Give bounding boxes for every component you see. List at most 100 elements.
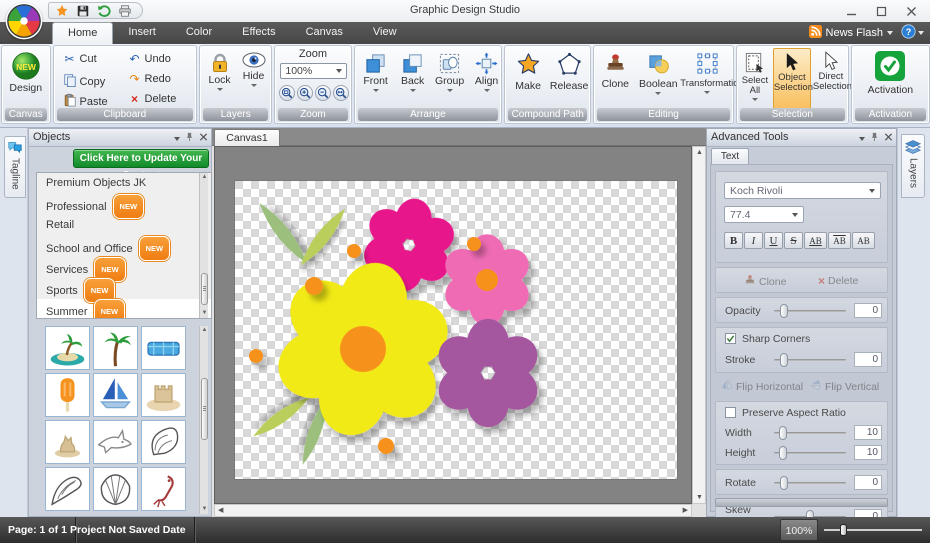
- category-scrollbar[interactable]: ▲▼: [199, 173, 208, 318]
- ab-overline-button[interactable]: AB: [828, 232, 851, 249]
- width-value[interactable]: 10: [854, 425, 882, 440]
- redo-button[interactable]: ↷Redo: [128, 73, 171, 85]
- thumbnail-sandcastle[interactable]: [141, 373, 186, 417]
- update-content-button[interactable]: Click Here to Update Your Content: [73, 149, 209, 168]
- back-button[interactable]: Back: [396, 52, 430, 92]
- boolean-button[interactable]: Boolean: [636, 52, 680, 95]
- news-flash-button[interactable]: News Flash: [809, 25, 893, 41]
- canvas-hscrollbar[interactable]: ◀▶: [214, 504, 692, 517]
- ab-plain-button[interactable]: AB: [852, 232, 875, 249]
- clone-object-button[interactable]: Clone: [744, 274, 786, 289]
- preserve-aspect-ratio-checkbox[interactable]: [725, 407, 736, 418]
- thumbnail-shark[interactable]: [93, 420, 138, 464]
- panel-footer-grip[interactable]: [715, 498, 888, 507]
- text-tab[interactable]: Text: [711, 148, 749, 164]
- category-item[interactable]: SummerNEW: [37, 299, 211, 319]
- clone-button[interactable]: Clone: [597, 52, 633, 90]
- stroke-slider[interactable]: [774, 353, 846, 367]
- category-item[interactable]: Premium Objects JK: [37, 173, 211, 194]
- pin-icon[interactable]: [870, 132, 879, 145]
- flip-vertical-button[interactable]: Flip Vertical: [810, 379, 879, 394]
- thumbnail-scrollbar[interactable]: ▲▼: [199, 326, 208, 514]
- canvas-vscrollbar[interactable]: ▲▼: [692, 146, 706, 504]
- category-item[interactable]: School and OfficeNEW: [37, 236, 211, 257]
- thumbnail-spiral-shell[interactable]: [45, 467, 90, 511]
- artboard[interactable]: [235, 181, 677, 479]
- align-button[interactable]: Align: [470, 52, 504, 92]
- sharp-corners-checkbox[interactable]: [725, 333, 736, 344]
- release-compound-button[interactable]: Release: [549, 52, 589, 92]
- make-compound-button[interactable]: Make: [509, 52, 547, 92]
- underline-button[interactable]: U: [764, 232, 783, 249]
- statusbar-zoom-slider[interactable]: [824, 524, 922, 536]
- thumbnail-island[interactable]: [45, 326, 90, 370]
- thumbnail-swimming-pool[interactable]: [141, 326, 186, 370]
- zoom-fit-button[interactable]: [279, 85, 295, 101]
- panel-menu-icon[interactable]: [174, 137, 180, 141]
- help-button[interactable]: ?: [901, 24, 924, 42]
- thumbnail-squid[interactable]: [141, 467, 186, 511]
- opacity-value[interactable]: 0: [854, 303, 882, 318]
- canvas-tab[interactable]: Canvas1: [214, 129, 280, 146]
- cut-button[interactable]: ✂Cut: [63, 53, 97, 65]
- ab-underline-button[interactable]: AB: [804, 232, 827, 249]
- canvas-artwork[interactable]: [235, 181, 677, 479]
- tagline-tab[interactable]: Tagline: [4, 136, 26, 198]
- group-button[interactable]: Group: [433, 52, 467, 92]
- transformation-button[interactable]: Transformation: [680, 52, 734, 94]
- zoom-out-button[interactable]: [315, 85, 331, 101]
- stroke-value[interactable]: 0: [854, 352, 882, 367]
- font-size-combobox[interactable]: 77.4: [724, 206, 804, 223]
- app-logo-icon[interactable]: [5, 2, 43, 40]
- thumbnail-sand-mound[interactable]: [45, 420, 90, 464]
- panel-menu-icon[interactable]: [859, 137, 865, 141]
- maximize-button[interactable]: [866, 0, 896, 22]
- font-family-combobox[interactable]: Koch Rivoli: [724, 182, 881, 199]
- height-slider[interactable]: [774, 446, 846, 460]
- bold-button[interactable]: B: [724, 232, 743, 249]
- close-icon[interactable]: [199, 132, 208, 145]
- front-button[interactable]: Front: [359, 52, 393, 92]
- thumbnail-palm-tree[interactable]: [93, 326, 138, 370]
- category-item[interactable]: SportsNEW: [37, 278, 211, 299]
- layers-tab[interactable]: Layers: [901, 134, 925, 198]
- tab-color[interactable]: Color: [171, 22, 227, 44]
- lock-button[interactable]: Lock: [204, 52, 235, 91]
- copy-button[interactable]: Copy: [63, 73, 106, 90]
- zoom-width-button[interactable]: [333, 85, 349, 101]
- tab-view[interactable]: View: [358, 22, 412, 44]
- close-button[interactable]: [896, 0, 926, 22]
- thumbnail-sailboat[interactable]: [93, 373, 138, 417]
- tab-home[interactable]: Home: [52, 22, 113, 44]
- canvas-viewport[interactable]: [214, 146, 692, 504]
- category-item[interactable]: ProfessionalNEW: [37, 194, 211, 215]
- new-design-button[interactable]: NEW Design: [2, 50, 50, 94]
- delete-object-button[interactable]: × Delete: [818, 274, 858, 288]
- hide-button[interactable]: Hide: [238, 52, 269, 87]
- close-icon[interactable]: [884, 132, 893, 145]
- thumbnail-popsicle[interactable]: [45, 373, 90, 417]
- rotate-slider[interactable]: [774, 476, 846, 490]
- zoom-level-combobox[interactable]: 100%: [280, 63, 347, 79]
- direct-selection-button[interactable]: Direct Selection: [813, 51, 849, 92]
- zoom-in-button[interactable]: [297, 85, 313, 101]
- italic-button[interactable]: I: [744, 232, 763, 249]
- opacity-slider[interactable]: [774, 304, 846, 318]
- rotate-value[interactable]: 0: [854, 475, 882, 490]
- pin-icon[interactable]: [185, 132, 194, 145]
- flip-horizontal-button[interactable]: Flip Horizontal: [721, 379, 803, 394]
- tab-canvas[interactable]: Canvas: [291, 22, 358, 44]
- height-value[interactable]: 10: [854, 445, 882, 460]
- tab-effects[interactable]: Effects: [227, 22, 290, 44]
- category-item[interactable]: ServicesNEW: [37, 257, 211, 278]
- minimize-button[interactable]: [836, 0, 866, 22]
- select-all-button[interactable]: Select All: [739, 51, 771, 101]
- object-selection-button[interactable]: Object Selection: [773, 48, 811, 109]
- undo-button[interactable]: ↶Undo: [128, 53, 171, 65]
- width-slider[interactable]: [774, 426, 846, 440]
- tab-insert[interactable]: Insert: [113, 22, 171, 44]
- thumbnail-scallop-shell[interactable]: [93, 467, 138, 511]
- delete-button[interactable]: ×Delete: [128, 93, 177, 105]
- thumbnail-conch-shell[interactable]: [141, 420, 186, 464]
- activation-button[interactable]: Activation: [852, 51, 929, 96]
